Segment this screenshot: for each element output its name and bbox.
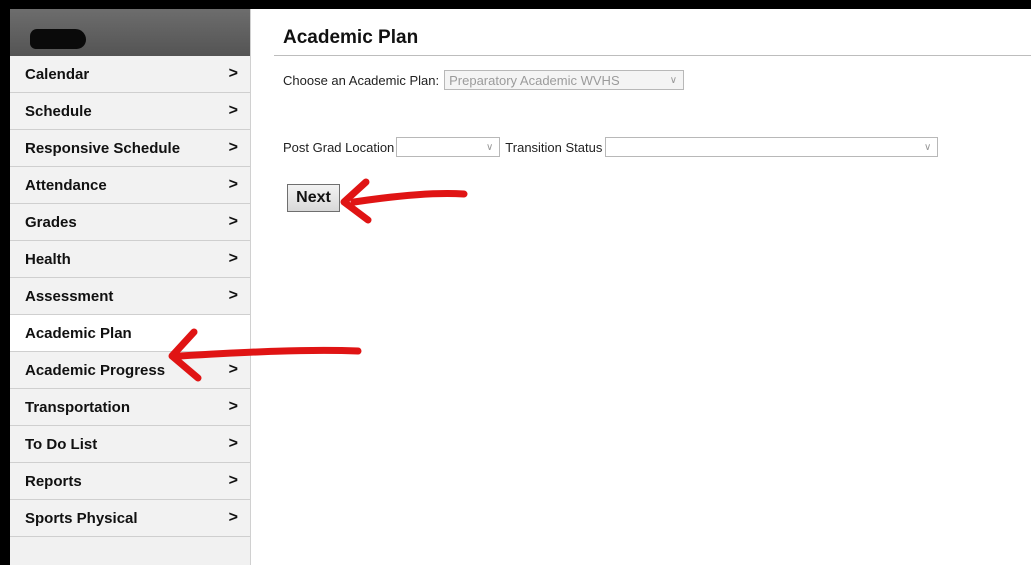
sidebar-item-label: Academic Progress	[25, 361, 166, 379]
chevron-right-icon: >	[228, 472, 238, 489]
sidebar-item-academic-plan[interactable]: Academic Plan	[10, 315, 250, 352]
transition-status-select[interactable]: ∨	[605, 137, 939, 157]
chevron-right-icon: >	[228, 398, 238, 415]
chevron-right-icon: >	[228, 361, 238, 378]
sidebar-item-schedule[interactable]: Schedule >	[10, 93, 250, 130]
sidebar-nav: Calendar > Schedule > Responsive Schedule >…	[10, 56, 250, 537]
post-grad-location-label: Post Grad Location	[283, 139, 395, 155]
sidebar-item-grades[interactable]: Grades >	[10, 204, 250, 241]
sidebar-item-label: Transportation	[25, 398, 131, 416]
sidebar-item-sports-physical[interactable]: Sports Physical >	[10, 500, 250, 537]
sidebar-header	[10, 9, 250, 56]
chevron-right-icon: >	[228, 139, 238, 156]
chevron-right-icon: >	[228, 287, 238, 304]
next-button[interactable]: Next	[287, 184, 340, 212]
sidebar-item-label: Responsive Schedule	[25, 139, 181, 157]
sidebar: Calendar > Schedule > Responsive Schedule >…	[10, 9, 251, 565]
sidebar-item-label: Reports	[25, 472, 82, 490]
academic-plan-row: Choose an Academic Plan: Preparatory Aca…	[283, 70, 685, 90]
sidebar-item-calendar[interactable]: Calendar >	[10, 56, 250, 93]
title-divider	[274, 55, 1031, 56]
redacted-name-mark	[30, 29, 86, 49]
main-content: Academic Plan Choose an Academic Plan: P…	[274, 9, 1031, 565]
sidebar-item-label: Grades	[25, 213, 77, 231]
academic-plan-value: Preparatory Academic WVHS	[449, 72, 620, 88]
sidebar-item-to-do-list[interactable]: To Do List >	[10, 426, 250, 463]
sidebar-item-attendance[interactable]: Attendance >	[10, 167, 250, 204]
chevron-right-icon: >	[228, 435, 238, 452]
chevron-right-icon: >	[228, 509, 238, 526]
app-frame: Calendar > Schedule > Responsive Schedule >…	[10, 9, 1031, 565]
sidebar-item-assessment[interactable]: Assessment >	[10, 278, 250, 315]
post-grad-location-select[interactable]: ∨	[396, 137, 501, 157]
chevron-right-icon: >	[228, 250, 238, 267]
chevron-right-icon: >	[228, 213, 238, 230]
sidebar-item-label: Sports Physical	[25, 509, 138, 527]
chevron-right-icon: >	[228, 102, 238, 119]
sidebar-item-reports[interactable]: Reports >	[10, 463, 250, 500]
sidebar-item-label: Schedule	[25, 102, 92, 120]
sidebar-item-transportation[interactable]: Transportation >	[10, 389, 250, 426]
sidebar-item-label: Assessment	[25, 287, 114, 305]
sidebar-item-label: Health	[25, 250, 71, 268]
sidebar-item-health[interactable]: Health >	[10, 241, 250, 278]
page-title: Academic Plan	[283, 27, 419, 48]
sidebar-item-responsive-schedule[interactable]: Responsive Schedule >	[10, 130, 250, 167]
sidebar-item-label: Academic Plan	[25, 324, 132, 342]
transition-status-label: Transition Status	[505, 139, 603, 155]
academic-plan-select[interactable]: Preparatory Academic WVHS ∨	[444, 70, 685, 90]
chevron-down-icon: ∨	[485, 141, 494, 153]
chevron-right-icon: >	[228, 176, 238, 193]
sidebar-item-label: To Do List	[25, 435, 98, 453]
academic-plan-label: Choose an Academic Plan:	[283, 72, 440, 88]
chevron-down-icon: ∨	[924, 141, 932, 153]
sidebar-item-label: Calendar	[25, 65, 90, 83]
sidebar-item-academic-progress[interactable]: Academic Progress >	[10, 352, 250, 389]
chevron-down-icon: ∨	[669, 74, 678, 86]
chevron-right-icon: >	[228, 65, 238, 82]
post-grad-row: Post Grad Location ∨ Transition Status ∨	[283, 137, 939, 157]
sidebar-item-label: Attendance	[25, 176, 107, 194]
